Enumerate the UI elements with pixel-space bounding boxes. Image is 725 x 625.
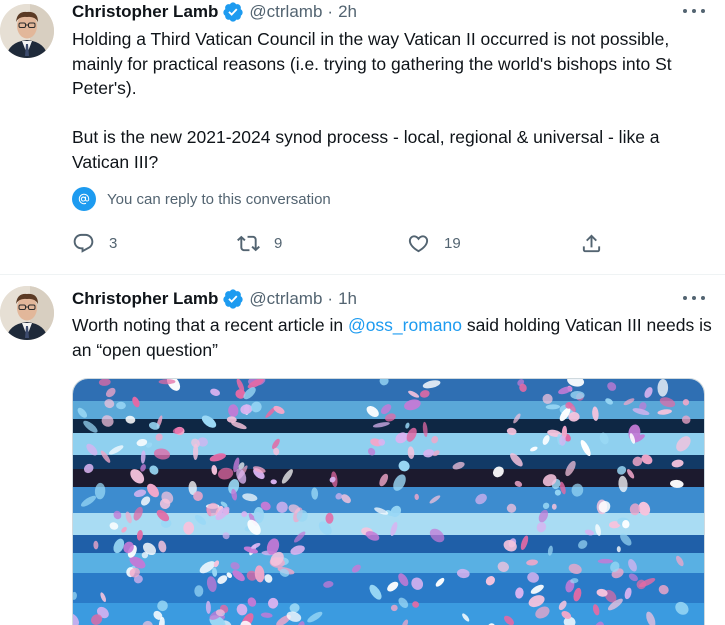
like-button[interactable]: 19 <box>407 230 461 256</box>
retweet-button[interactable]: 9 <box>237 230 282 256</box>
reply-restriction-text: You can reply to this conversation <box>107 190 331 208</box>
tweet-text: Worth noting that a recent article in @o… <box>72 313 712 362</box>
tweet[interactable]: Christopher Lamb @ctrlamb · 2h Holding a… <box>0 0 725 275</box>
verified-badge-icon <box>222 288 244 310</box>
more-options-icon[interactable] <box>683 2 705 20</box>
share-button[interactable] <box>580 230 603 256</box>
like-count: 19 <box>444 234 461 252</box>
author-name[interactable]: Christopher Lamb <box>72 289 218 309</box>
reply-restriction: You can reply to this conversation <box>72 186 331 212</box>
tweet-text-part: Worth noting that a recent article in <box>72 315 348 335</box>
author-name[interactable]: Christopher Lamb <box>72 2 218 22</box>
avatar[interactable] <box>0 286 54 340</box>
reply-icon <box>73 233 94 253</box>
painting-image <box>73 379 704 625</box>
more-options-icon[interactable] <box>683 289 705 307</box>
like-icon <box>408 234 429 252</box>
retweet-icon <box>237 235 260 251</box>
timestamp[interactable]: 1h <box>338 289 357 309</box>
mention-link[interactable]: @oss_romano <box>348 315 462 335</box>
mention-reply-icon <box>72 187 96 211</box>
tweet-paragraph: But is the new 2021-2024 synod process -… <box>72 127 660 172</box>
tweet[interactable]: Christopher Lamb @ctrlamb · 1h Worth not… <box>0 276 725 625</box>
separator-dot: · <box>327 289 334 308</box>
verified-badge-icon <box>222 1 244 23</box>
separator-dot: · <box>327 2 334 21</box>
tweet-header: Christopher Lamb @ctrlamb · 2h <box>72 0 357 24</box>
share-icon <box>582 233 601 252</box>
action-bar: 3 9 19 <box>72 230 612 256</box>
tweet-paragraph: Holding a Third Vatican Council in the w… <box>72 29 672 98</box>
author-handle[interactable]: @ctrlamb <box>249 2 322 22</box>
reply-button[interactable]: 3 <box>72 230 117 256</box>
timestamp[interactable]: 2h <box>338 2 357 22</box>
tweet-image[interactable] <box>72 378 705 625</box>
retweet-count: 9 <box>274 234 283 252</box>
tweet-header: Christopher Lamb @ctrlamb · 1h <box>72 287 357 311</box>
tweet-text: Holding a Third Vatican Council in the w… <box>72 27 712 174</box>
author-handle[interactable]: @ctrlamb <box>249 289 322 309</box>
reply-count: 3 <box>109 234 118 252</box>
avatar[interactable] <box>0 4 54 58</box>
